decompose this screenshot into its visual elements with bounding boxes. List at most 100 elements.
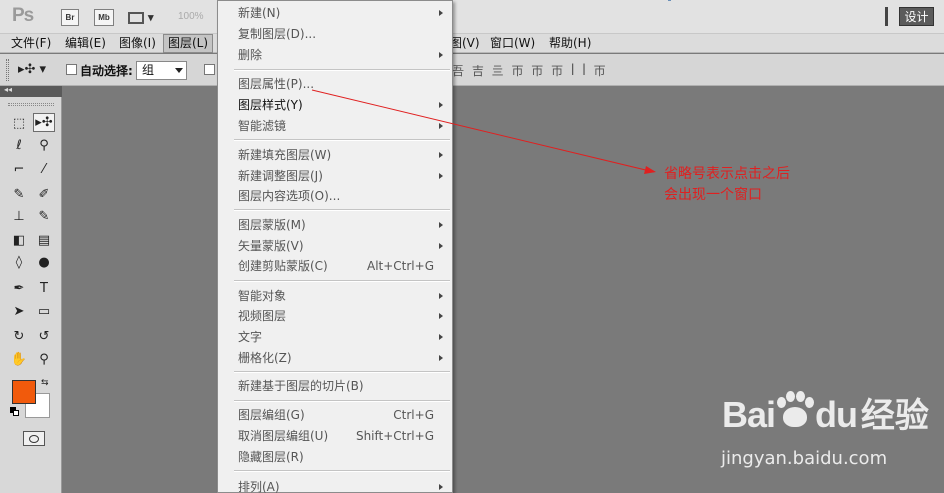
layer-menu-item[interactable]: 智能滤镜 xyxy=(218,116,452,136)
lasso-tool-icon[interactable]: ℓ xyxy=(8,136,30,155)
layer-dropdown-menu: 新建(N) 复制图层(D)... 删除图层属性(P)... 图层样式(Y) 智能滤镜新建… xyxy=(217,0,453,493)
pen-tool-icon[interactable]: ✒ xyxy=(8,279,30,298)
menu-image[interactable]: 图像(I) xyxy=(116,34,159,53)
blur-tool-icon[interactable]: ◊ xyxy=(8,253,30,272)
layer-menu-item[interactable]: 新建填充图层(W) xyxy=(218,145,452,165)
layer-menu-item[interactable]: 取消图层编组(U) Shift+Ctrl+G xyxy=(218,426,452,446)
layer-menu-item-label: 图层内容选项(O)... xyxy=(238,189,341,203)
zoom-tool-icon[interactable]: ⚲ xyxy=(33,350,55,369)
hand-tool-icon[interactable]: ✋ xyxy=(8,350,30,369)
shape-tool-icon[interactable]: ▭ xyxy=(33,302,55,321)
align-distribute-icons[interactable]: 吾 吉 亖 帀 帀 帀 ꟾ ꟾ 帀 xyxy=(452,62,608,79)
gradient-tool-icon[interactable]: ▤ xyxy=(33,231,55,250)
eyedropper-tool-icon[interactable]: ⁄ xyxy=(33,160,55,179)
layer-menu-item[interactable]: 图层属性(P)... xyxy=(218,74,452,94)
default-colors-icon[interactable] xyxy=(10,407,20,417)
tools-panel-header: ◂◂ xyxy=(0,85,62,97)
quick-mask-button[interactable] xyxy=(23,431,45,446)
layer-menu-item[interactable]: 排列(A) xyxy=(218,477,452,493)
3d-rotate-tool-icon[interactable]: ↻ xyxy=(8,327,30,346)
layer-menu-item-label: 文字 xyxy=(238,330,263,344)
crop-tool-icon[interactable]: ⌐ xyxy=(8,160,30,179)
menu-separator xyxy=(234,371,450,373)
history-brush-tool-icon[interactable]: ✎ xyxy=(33,207,55,226)
move-tool-preset-icon[interactable]: ▸✣ ▾ xyxy=(18,62,46,77)
menu-window[interactable]: 窗口(W) xyxy=(487,34,538,53)
transform-controls-checkbox[interactable] xyxy=(204,64,215,75)
layer-menu-item-label: 新建(N) xyxy=(238,6,281,20)
menu-help[interactable]: 帮助(H) xyxy=(546,34,594,53)
swap-colors-icon[interactable]: ⇆ xyxy=(41,378,49,388)
autoselect-dropdown[interactable]: 组 xyxy=(136,61,187,80)
watermark-brand-suffix: du xyxy=(815,394,858,435)
menu-file[interactable]: 文件(F) xyxy=(8,34,54,53)
layer-menu-item-label: 新建填充图层(W) xyxy=(238,148,332,162)
layer-menu-item[interactable]: 删除 xyxy=(218,45,452,65)
type-tool-icon[interactable]: T xyxy=(33,279,55,298)
tools-grip[interactable] xyxy=(8,103,54,106)
minibridge-button[interactable]: Mb xyxy=(94,9,114,26)
submenu-arrow-icon xyxy=(439,52,443,58)
layer-menu-item-label: 取消图层编组(U) xyxy=(238,429,329,443)
menu-separator xyxy=(234,69,450,71)
zoom-level[interactable]: 100% xyxy=(178,11,204,22)
dodge-tool-icon[interactable]: ● xyxy=(33,253,55,272)
layer-menu-item[interactable]: 文字 xyxy=(218,327,452,347)
layer-menu-shortcut: Alt+Ctrl+G xyxy=(366,259,434,273)
submenu-arrow-icon xyxy=(439,484,443,490)
submenu-arrow-icon xyxy=(439,293,443,299)
layer-menu-item-label: 视频图层 xyxy=(238,309,287,323)
layer-menu-item[interactable]: 智能对象 xyxy=(218,286,452,306)
foreground-color-swatch[interactable] xyxy=(12,380,36,404)
autoselect-label: 自动选择: xyxy=(80,64,133,78)
layer-menu-item-label: 复制图层(D)... xyxy=(238,27,317,41)
layer-menu-shortcut: Shift+Ctrl+G xyxy=(355,429,434,443)
layer-menu-item-label: 栅格化(Z) xyxy=(238,351,292,365)
autoselect-checkbox[interactable] xyxy=(66,64,77,75)
submenu-arrow-icon xyxy=(439,222,443,228)
eraser-tool-icon[interactable]: ◧ xyxy=(8,231,30,250)
layer-menu-item[interactable]: 图层蒙版(M) xyxy=(218,215,452,235)
screen-mode-button[interactable]: ▾ xyxy=(128,9,162,26)
workspace-design-button[interactable]: 设计 xyxy=(899,7,934,26)
path-select-tool-icon[interactable]: ➤ xyxy=(8,302,30,321)
menu-bar: 文件(F) 编辑(E) 图像(I) 图层(L) 图(V) 窗口(W) 帮助(H) xyxy=(0,34,944,53)
options-grip[interactable] xyxy=(6,59,9,81)
watermark-url: jingyan.baidu.com xyxy=(721,448,888,469)
layer-menu-item[interactable]: 新建(N) xyxy=(218,3,452,23)
healing-brush-tool-icon[interactable]: ✎ xyxy=(8,185,30,204)
submenu-arrow-icon xyxy=(439,123,443,129)
submenu-arrow-icon xyxy=(439,102,443,108)
collapse-icon[interactable]: ◂◂ xyxy=(4,85,12,94)
window-edge-marker xyxy=(668,0,671,1)
quick-select-tool-icon[interactable]: ⚲ xyxy=(33,136,55,155)
layer-menu-item-label: 新建基于图层的切片(B) xyxy=(238,379,364,393)
layer-menu-item-label: 矢量蒙版(V) xyxy=(238,239,304,253)
menu-separator xyxy=(234,139,450,141)
menu-separator xyxy=(234,470,450,472)
stamp-tool-icon[interactable]: ⊥ xyxy=(8,207,30,226)
workspace-separator xyxy=(885,7,888,26)
menu-separator xyxy=(234,280,450,282)
brush-tool-icon[interactable]: ✐ xyxy=(33,185,55,204)
menu-edit[interactable]: 编辑(E) xyxy=(62,34,109,53)
marquee-tool-icon[interactable]: ⬚ xyxy=(8,114,30,133)
layer-menu-item[interactable]: 复制图层(D)... xyxy=(218,24,452,44)
move-tool-icon[interactable]: ▸✣ xyxy=(33,113,55,132)
layer-menu-item[interactable]: 新建调整图层(J) xyxy=(218,166,452,186)
layer-menu-item[interactable]: 图层编组(G) Ctrl+G xyxy=(218,405,452,425)
layer-menu-item[interactable]: 图层内容选项(O)... xyxy=(218,186,452,206)
3d-orbit-tool-icon[interactable]: ↺ xyxy=(33,327,55,346)
layer-menu-item[interactable]: 视频图层 xyxy=(218,306,452,326)
bridge-button[interactable]: Br xyxy=(61,9,79,26)
layer-menu-item[interactable]: 隐藏图层(R) xyxy=(218,447,452,467)
layer-menu-item[interactable]: 图层样式(Y) xyxy=(218,95,452,115)
layer-menu-item[interactable]: 新建基于图层的切片(B) xyxy=(218,376,452,396)
menu-layer[interactable]: 图层(L) xyxy=(163,34,214,53)
layer-menu-item[interactable]: 矢量蒙版(V) xyxy=(218,236,452,256)
layer-menu-item-label: 排列(A) xyxy=(238,480,280,493)
layer-menu-item[interactable]: 创建剪贴蒙版(C) Alt+Ctrl+G xyxy=(218,256,452,276)
watermark-product: 经验 xyxy=(860,396,929,436)
layer-menu-item[interactable]: 栅格化(Z) xyxy=(218,348,452,368)
annotation-text: 省略号表示点击之后 会出现一个窗口 xyxy=(664,164,790,206)
